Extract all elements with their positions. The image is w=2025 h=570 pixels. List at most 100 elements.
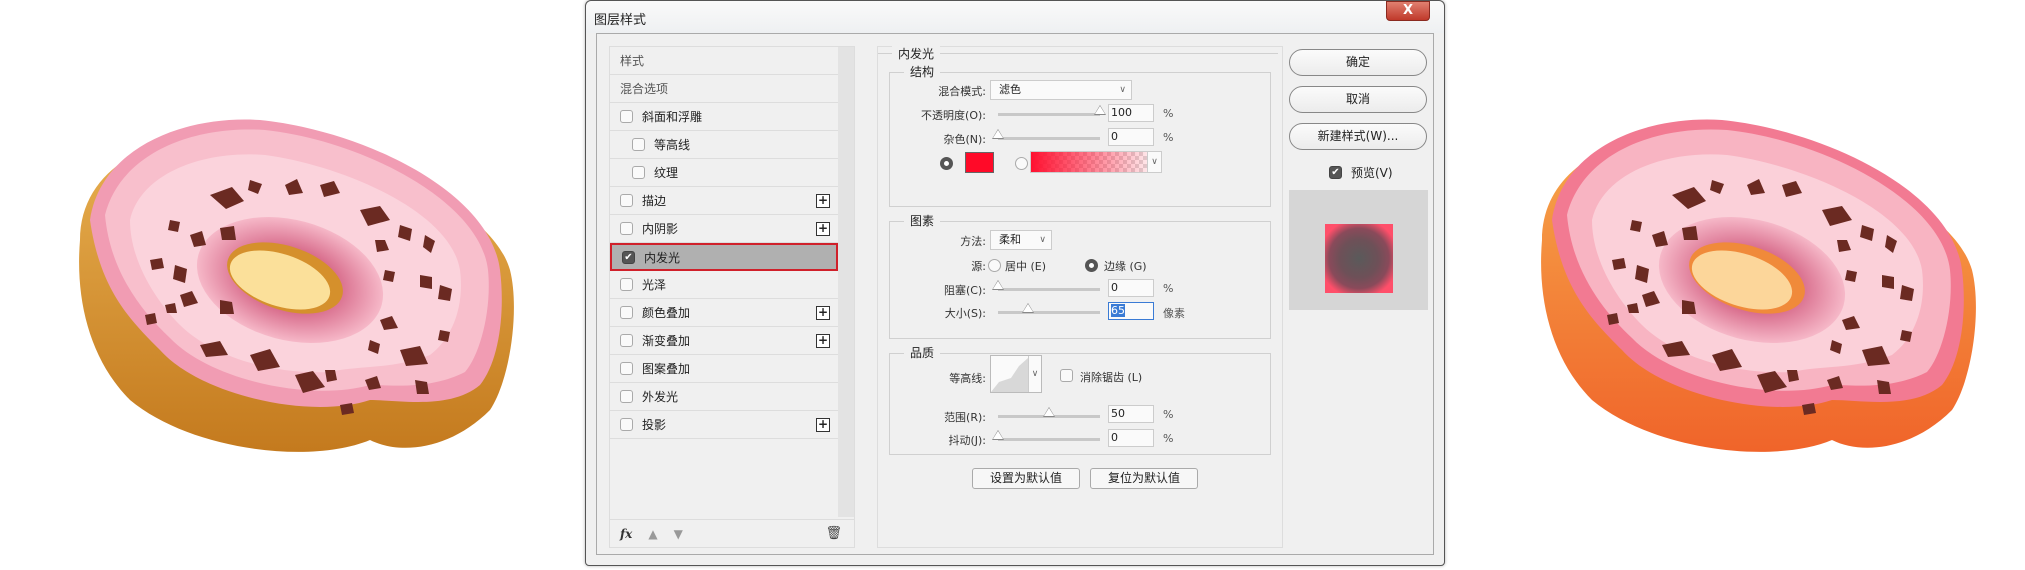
style-checkbox[interactable]	[620, 418, 633, 431]
size-slider[interactable]	[998, 303, 1100, 314]
contour-label: 等高线:	[949, 372, 986, 385]
style-item-label: 样式	[620, 54, 645, 68]
antialias-checkbox[interactable]	[1060, 369, 1073, 382]
style-item-label: 等高线	[654, 138, 691, 152]
style-item-label: 投影	[642, 418, 667, 432]
trash-icon[interactable]: 🗑	[825, 526, 842, 541]
move-down-icon[interactable]: ▼	[674, 527, 683, 541]
range-slider[interactable]	[998, 407, 1100, 418]
noise-input[interactable]: 0	[1108, 128, 1154, 146]
preview-toggle[interactable]: ✔ 预览(V)	[1329, 164, 1393, 181]
cancel-button[interactable]: 取消	[1289, 86, 1427, 113]
style-item[interactable]: 样式	[610, 47, 838, 75]
noise-slider[interactable]	[992, 129, 1100, 140]
style-item-label: 光泽	[642, 278, 667, 292]
style-item-label: 描边	[642, 194, 667, 208]
style-checkbox[interactable]	[620, 278, 633, 291]
preview-checkbox[interactable]: ✔	[1329, 166, 1342, 179]
style-item[interactable]: 外发光	[610, 383, 838, 411]
fx-button[interactable]: fx	[620, 527, 632, 541]
style-item[interactable]: 图案叠加	[610, 355, 838, 383]
style-item-label: 外发光	[642, 390, 679, 404]
noise-slider-thumb[interactable]	[992, 129, 1004, 139]
size-input[interactable]: 65	[1108, 302, 1154, 320]
choke-input[interactable]: 0	[1108, 279, 1154, 297]
styles-footer: fx ▲ ▼ 🗑	[610, 519, 854, 547]
opacity-slider[interactable]	[998, 105, 1106, 116]
opacity-slider-thumb[interactable]	[1094, 105, 1106, 115]
range-input[interactable]: 50	[1108, 405, 1154, 423]
styles-list-scrollbar[interactable]	[838, 47, 854, 517]
blend-mode-label: 混合模式:	[938, 85, 986, 98]
choke-slider[interactable]	[992, 280, 1100, 291]
add-effect-plus-icon[interactable]: +	[816, 194, 830, 208]
reset-default-button[interactable]: 复位为默认值	[1090, 468, 1198, 489]
jitter-slider-thumb[interactable]	[992, 430, 1004, 440]
solid-color-radio[interactable]	[940, 157, 953, 170]
gradient-picker[interactable]: ∨	[1030, 151, 1162, 173]
add-effect-plus-icon[interactable]: +	[816, 222, 830, 236]
jitter-slider[interactable]	[992, 430, 1100, 441]
source-center-label: 居中 (E)	[1005, 260, 1047, 273]
jitter-input[interactable]: 0	[1108, 429, 1154, 447]
opacity-input[interactable]: 100	[1108, 104, 1154, 122]
source-label: 源:	[971, 260, 986, 273]
style-item[interactable]: 渐变叠加 +	[610, 327, 838, 355]
styles-list-panel: 样式 混合选项 斜面和浮雕 等高线 纹理 描边 + 内阴影 + ✔ 内发光 光泽 颜色叠加 + 渐变叠加 + 图…	[609, 46, 855, 548]
add-effect-plus-icon[interactable]: +	[816, 334, 830, 348]
source-edge-label: 边缘 (G)	[1104, 260, 1147, 273]
style-item[interactable]: ✔ 内发光	[610, 243, 838, 271]
source-center-radio[interactable]	[988, 259, 1001, 272]
style-checkbox[interactable]	[620, 194, 633, 207]
chevron-down-icon: ∨	[1028, 356, 1041, 392]
style-checkbox[interactable]	[620, 362, 633, 375]
range-slider-thumb[interactable]	[1043, 407, 1055, 417]
opacity-unit: %	[1163, 107, 1174, 120]
method-select[interactable]: 柔和 ∨	[990, 230, 1052, 250]
style-checkbox[interactable]	[620, 306, 633, 319]
blend-mode-value: 滤色	[999, 83, 1021, 96]
dialog-body: 样式 混合选项 斜面和浮雕 等高线 纹理 描边 + 内阴影 + ✔ 内发光 光泽 颜色叠加 + 渐变叠加 + 图…	[596, 33, 1434, 555]
opacity-label: 不透明度(O):	[921, 109, 986, 122]
move-up-icon[interactable]: ▲	[648, 527, 657, 541]
structure-title: 结构	[904, 63, 941, 80]
ok-button[interactable]: 确定	[1289, 49, 1427, 76]
size-value: 65	[1111, 304, 1125, 317]
style-checkbox[interactable]: ✔	[622, 250, 635, 264]
style-checkbox[interactable]	[620, 222, 633, 235]
contour-curve-icon	[991, 358, 1028, 392]
style-item[interactable]: 等高线	[610, 131, 838, 159]
style-item[interactable]: 混合选项	[610, 75, 838, 103]
style-checkbox[interactable]	[632, 166, 645, 179]
style-item[interactable]: 内阴影 +	[610, 215, 838, 243]
new-style-button[interactable]: 新建样式(W)...	[1289, 123, 1427, 150]
close-button[interactable]: X	[1386, 1, 1430, 21]
gradient-radio[interactable]	[1015, 157, 1028, 170]
style-checkbox[interactable]	[620, 390, 633, 403]
add-effect-plus-icon[interactable]: +	[816, 306, 830, 320]
style-item[interactable]: 颜色叠加 +	[610, 299, 838, 327]
source-edge-radio[interactable]	[1085, 259, 1098, 272]
style-item-label: 颜色叠加	[642, 306, 691, 320]
style-item[interactable]: 光泽	[610, 271, 838, 299]
add-effect-plus-icon[interactable]: +	[816, 418, 830, 432]
make-default-button[interactable]: 设置为默认值	[972, 468, 1080, 489]
contour-picker[interactable]: ∨	[990, 355, 1042, 393]
method-value: 柔和	[999, 233, 1021, 246]
style-checkbox[interactable]	[620, 334, 633, 347]
blend-mode-select[interactable]: 滤色 ∨	[990, 80, 1132, 100]
style-item[interactable]: 斜面和浮雕	[610, 103, 838, 131]
size-label: 大小(S):	[944, 307, 986, 320]
choke-slider-thumb[interactable]	[992, 280, 1004, 290]
chevron-down-icon: ∨	[1039, 235, 1046, 245]
style-item[interactable]: 投影 +	[610, 411, 838, 439]
chevron-down-icon: ∨	[1147, 152, 1161, 172]
style-checkbox[interactable]	[620, 110, 633, 123]
size-slider-thumb[interactable]	[1022, 303, 1034, 313]
style-item[interactable]: 纹理	[610, 159, 838, 187]
style-checkbox[interactable]	[632, 138, 645, 151]
glow-color-swatch[interactable]	[965, 152, 994, 173]
style-item[interactable]: 描边 +	[610, 187, 838, 215]
range-unit: %	[1163, 408, 1174, 421]
antialias-label: 消除锯齿 (L)	[1080, 371, 1143, 384]
